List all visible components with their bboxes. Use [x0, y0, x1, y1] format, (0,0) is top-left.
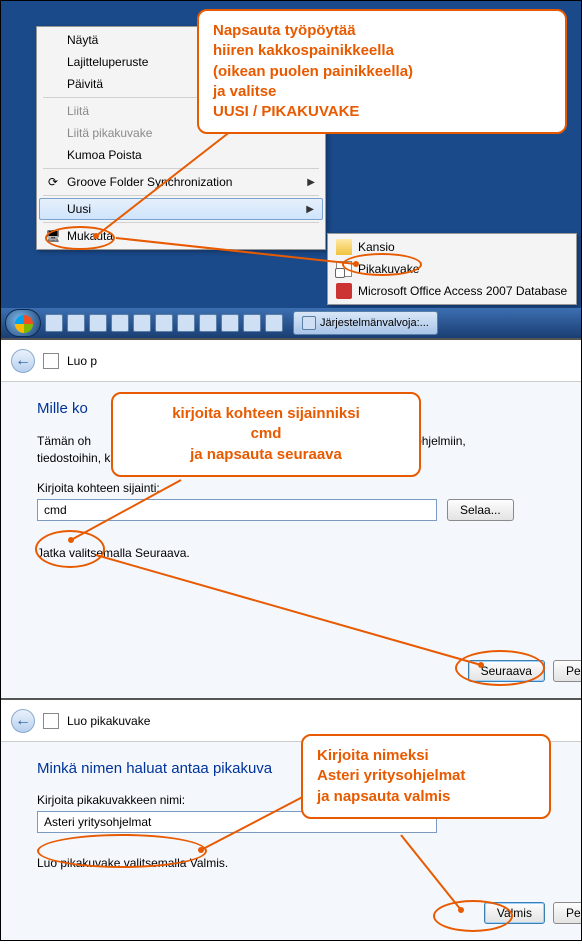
taskbar-quick-icon[interactable] — [89, 314, 107, 332]
submenu-folder-label: Kansio — [358, 240, 395, 254]
chevron-right-icon: ▶ — [306, 204, 314, 215]
callout-text: Kirjoita nimeksi — [317, 746, 535, 766]
annotation-ring — [45, 226, 115, 250]
separator — [43, 195, 319, 196]
taskbar: Järjestelmänvalvoja:... — [1, 308, 581, 338]
submenu-access-label: Microsoft Office Access 2007 Database — [358, 284, 567, 298]
taskbar-quick-icon[interactable] — [133, 314, 151, 332]
taskbar-quick-icon[interactable] — [265, 314, 283, 332]
callout-3: Kirjoita nimeksi Asteri yritysohjelmat j… — [301, 734, 551, 819]
callout-text: ja napsauta seuraava — [127, 445, 405, 465]
ctx-new[interactable]: Uusi ▶ — [39, 198, 323, 220]
callout-text: Napsauta työpöytää — [213, 21, 551, 41]
callout-text: UUSI / PIKAKUVAKE — [213, 102, 551, 122]
dialog-header: ← Luo p — [1, 340, 581, 382]
dialog-title: Luo p — [67, 354, 97, 368]
shortcut-icon — [43, 713, 59, 729]
taskbar-quick-icon[interactable] — [111, 314, 129, 332]
ctx-groove-label: Groove Folder Synchronization — [67, 175, 232, 189]
ctx-new-label: Uusi — [67, 202, 91, 216]
annotation-ring — [37, 834, 207, 868]
groove-icon: ⟳ — [45, 174, 61, 190]
ctx-paste-shortcut-label: Liitä pikakuvake — [67, 126, 152, 140]
ctx-refresh-label: Päivitä — [67, 77, 103, 91]
taskbar-task[interactable]: Järjestelmänvalvoja:... — [293, 311, 438, 335]
callout-text: Asteri yritysohjelmat — [317, 766, 535, 786]
location-label: Kirjoita kohteen sijainti: — [37, 481, 545, 495]
cmd-icon — [302, 316, 316, 330]
annotation-ring — [342, 253, 422, 276]
annotation-ring — [433, 900, 513, 932]
taskbar-quick-icon[interactable] — [221, 314, 239, 332]
callout-2: kirjoita kohteen sijainniksi cmd ja naps… — [111, 392, 421, 477]
callout-text: ja valitse — [213, 82, 551, 102]
dialog-title: Luo pikakuvake — [67, 714, 150, 728]
ctx-undo[interactable]: Kumoa Poista — [39, 144, 323, 166]
wizard-step-1: ← Luo p Mille ko Tämän oh oleviin ohjelm… — [1, 338, 581, 698]
taskbar-quick-icon[interactable] — [45, 314, 63, 332]
taskbar-quick-icon[interactable] — [67, 314, 85, 332]
callout-text: cmd — [127, 424, 405, 444]
annotation-ring — [35, 530, 105, 568]
ctx-paste-label: Liitä — [67, 104, 89, 118]
back-button[interactable]: ← — [11, 349, 35, 373]
chevron-right-icon: ▶ — [307, 177, 315, 188]
ctx-undo-label: Kumoa Poista — [67, 148, 142, 162]
submenu-access[interactable]: Microsoft Office Access 2007 Database — [330, 280, 574, 302]
callout-1: Napsauta työpöytää hiiren kakkospainikke… — [197, 9, 567, 134]
location-input[interactable] — [37, 499, 437, 521]
annotation-ring — [455, 650, 545, 686]
taskbar-quick-icon[interactable] — [243, 314, 261, 332]
start-button[interactable] — [5, 309, 41, 337]
ctx-sort-label: Lajitteluperuste — [67, 55, 148, 69]
ctx-view-label: Näytä — [67, 33, 98, 47]
callout-text: hiiren kakkospainikkeella — [213, 41, 551, 61]
shortcut-icon — [43, 353, 59, 369]
access-icon — [336, 283, 352, 299]
wizard-step-2: ← Luo pikakuvake Minkä nimen haluat anta… — [1, 698, 581, 940]
cancel-button[interactable]: Peruu — [553, 902, 581, 924]
taskbar-quick-icon[interactable] — [177, 314, 195, 332]
callout-text: kirjoita kohteen sijainniksi — [127, 404, 405, 424]
browse-button[interactable]: Selaa... — [447, 499, 514, 521]
callout-text: ja napsauta valmis — [317, 787, 535, 807]
taskbar-task-label: Järjestelmänvalvoja:... — [320, 317, 429, 329]
separator — [43, 168, 319, 169]
cancel-button[interactable]: Peruu — [553, 660, 581, 682]
taskbar-quick-icon[interactable] — [155, 314, 173, 332]
folder-icon — [336, 239, 352, 255]
separator — [43, 222, 319, 223]
desktop-area: Näytä ▶ Lajitteluperuste ▶ Päivitä Liitä… — [1, 1, 581, 308]
taskbar-quick-icon[interactable] — [199, 314, 217, 332]
callout-text: (oikean puolen painikkeella) — [213, 62, 551, 82]
ctx-groove[interactable]: ⟳ Groove Folder Synchronization ▶ — [39, 171, 323, 193]
back-button[interactable]: ← — [11, 709, 35, 733]
continue-text: Jatka valitsemalla Seuraava. — [37, 545, 545, 562]
